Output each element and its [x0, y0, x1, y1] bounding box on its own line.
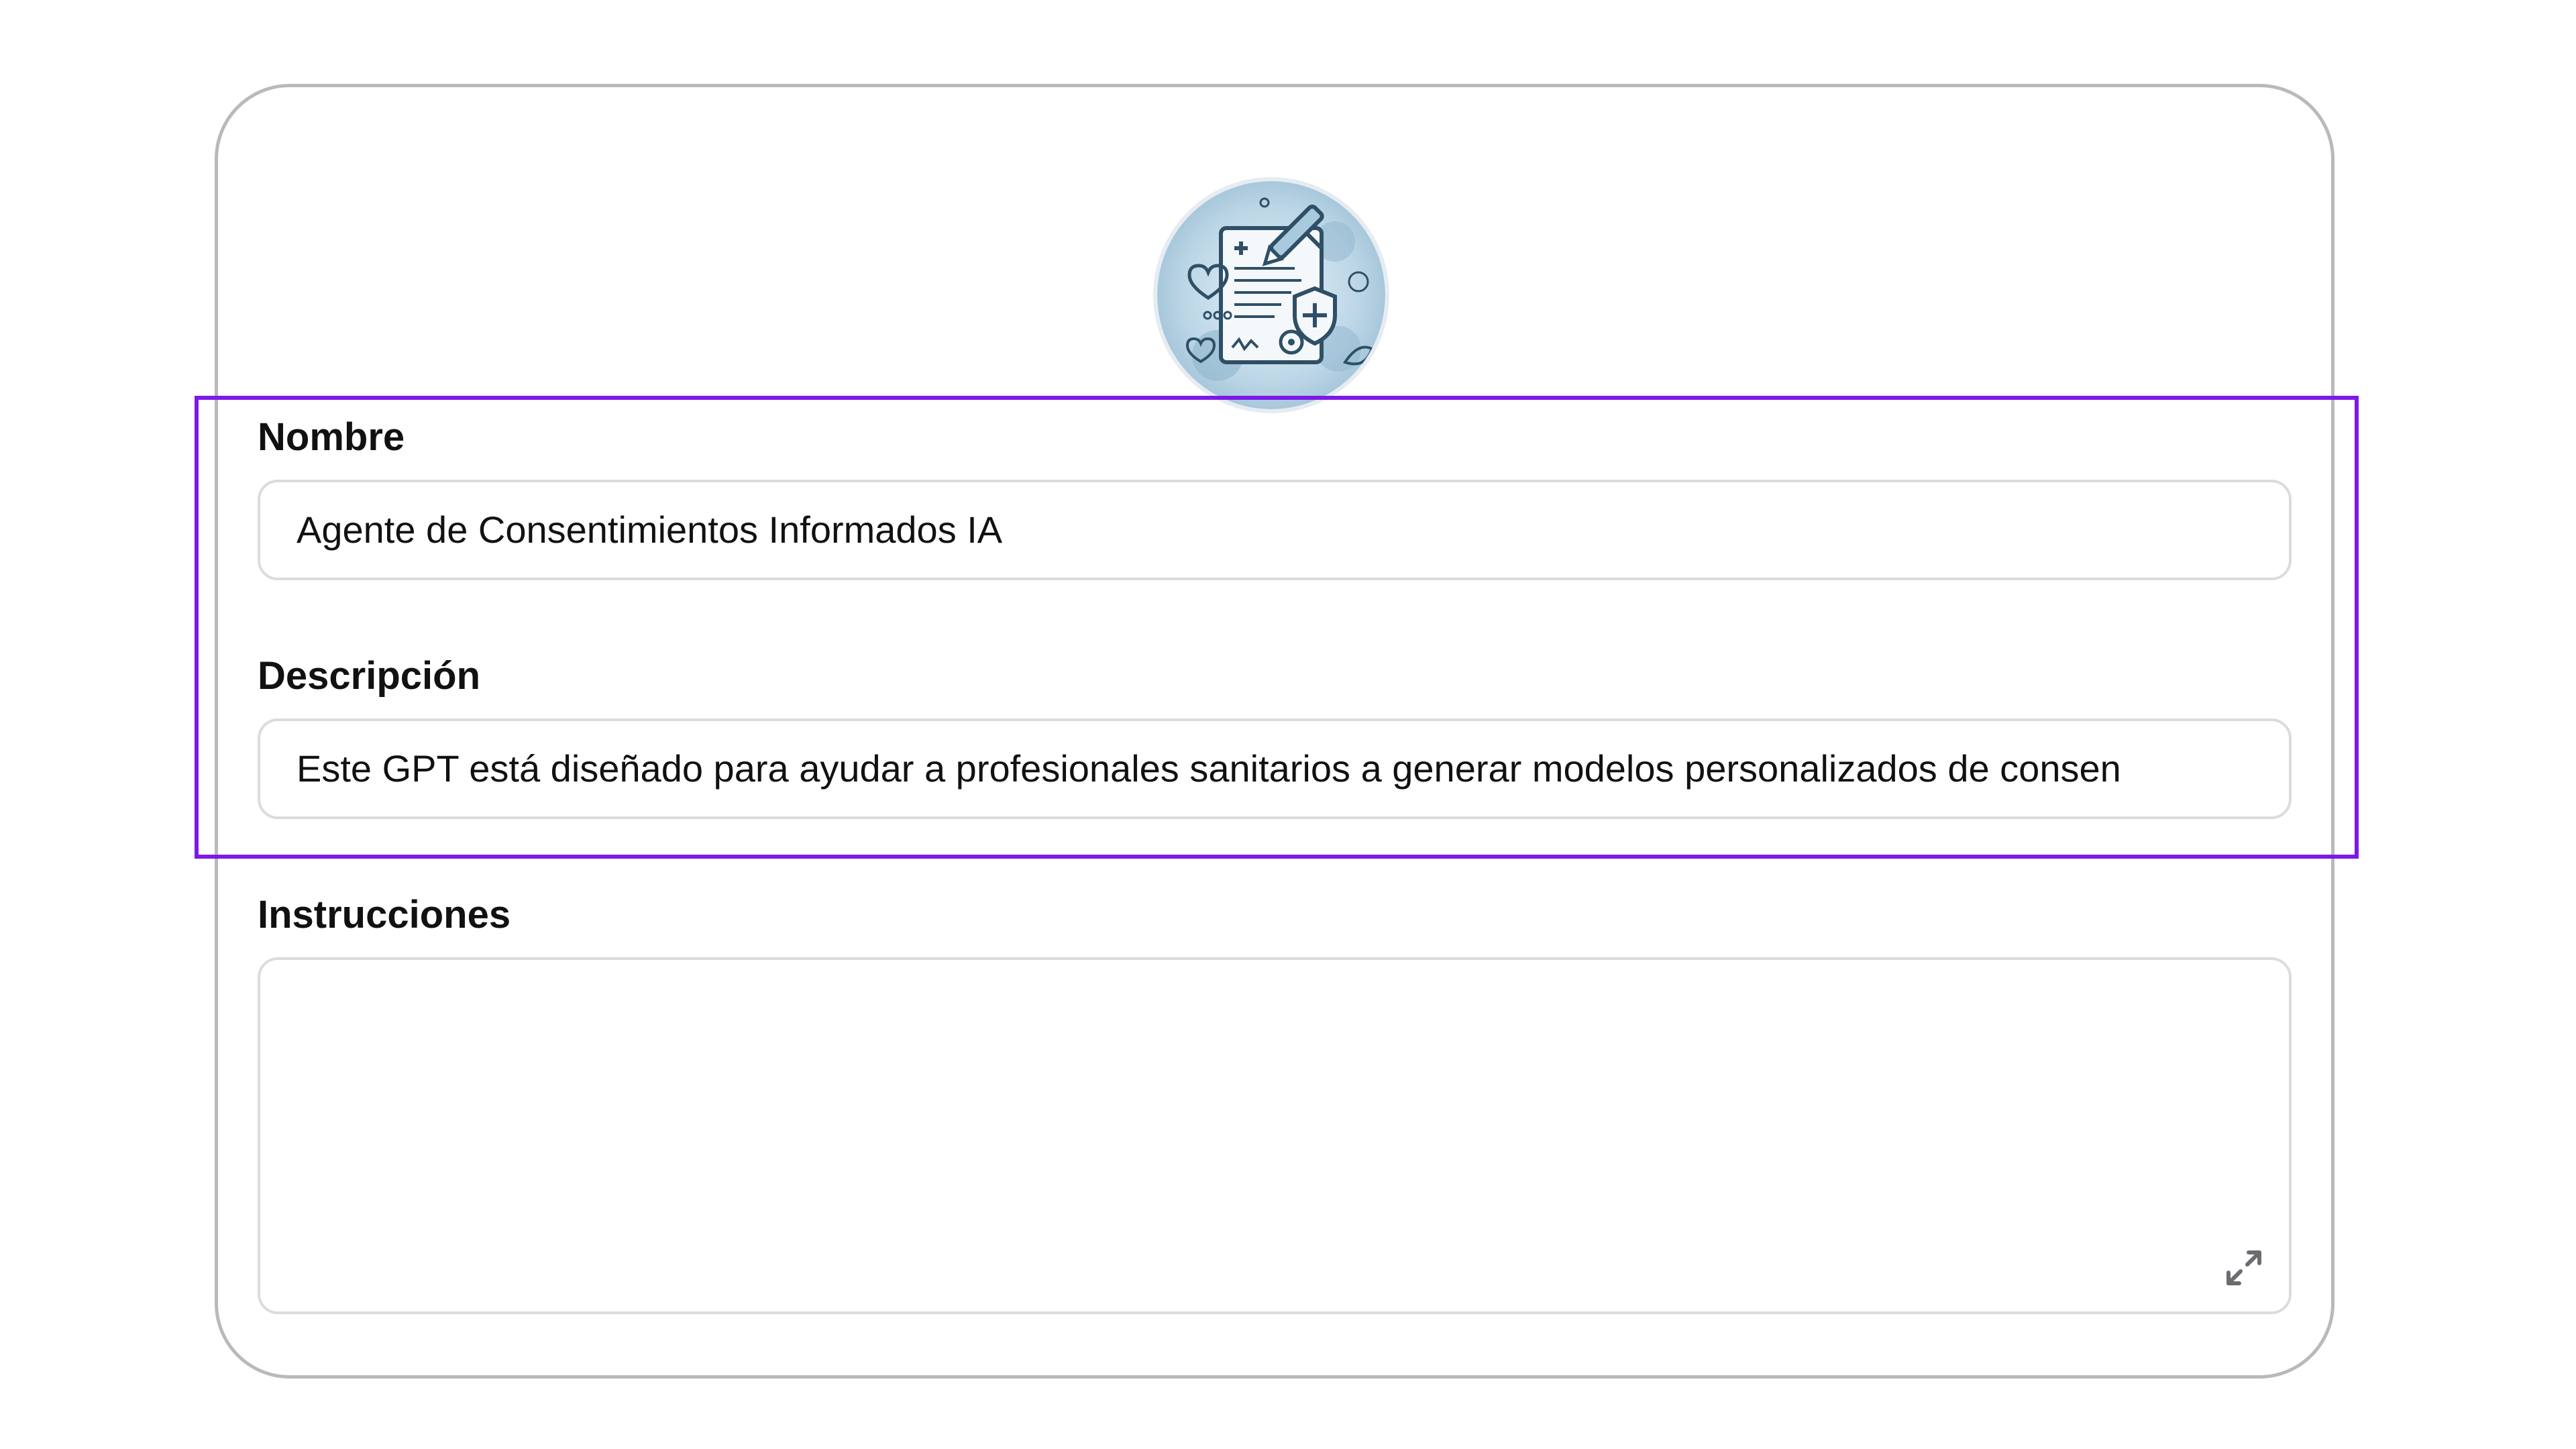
- gpt-avatar[interactable]: [1157, 181, 1385, 409]
- instructions-textarea[interactable]: [258, 957, 2292, 1314]
- name-field[interactable]: Agente de Consentimientos Informados IA: [258, 480, 2292, 580]
- medical-consent-document-icon: [1157, 181, 1385, 409]
- name-label: Nombre: [258, 415, 405, 459]
- name-field-value: Agente de Consentimientos Informados IA: [297, 508, 1003, 551]
- expand-icon[interactable]: [2220, 1244, 2267, 1291]
- instructions-label: Instrucciones: [258, 893, 511, 936]
- description-field-value: Este GPT está diseñado para ayudar a pro…: [297, 747, 2121, 790]
- description-label: Descripción: [258, 654, 480, 698]
- description-field[interactable]: Este GPT está diseñado para ayudar a pro…: [258, 718, 2292, 819]
- editor-stage: Nombre Agente de Consentimientos Informa…: [0, 0, 2576, 1449]
